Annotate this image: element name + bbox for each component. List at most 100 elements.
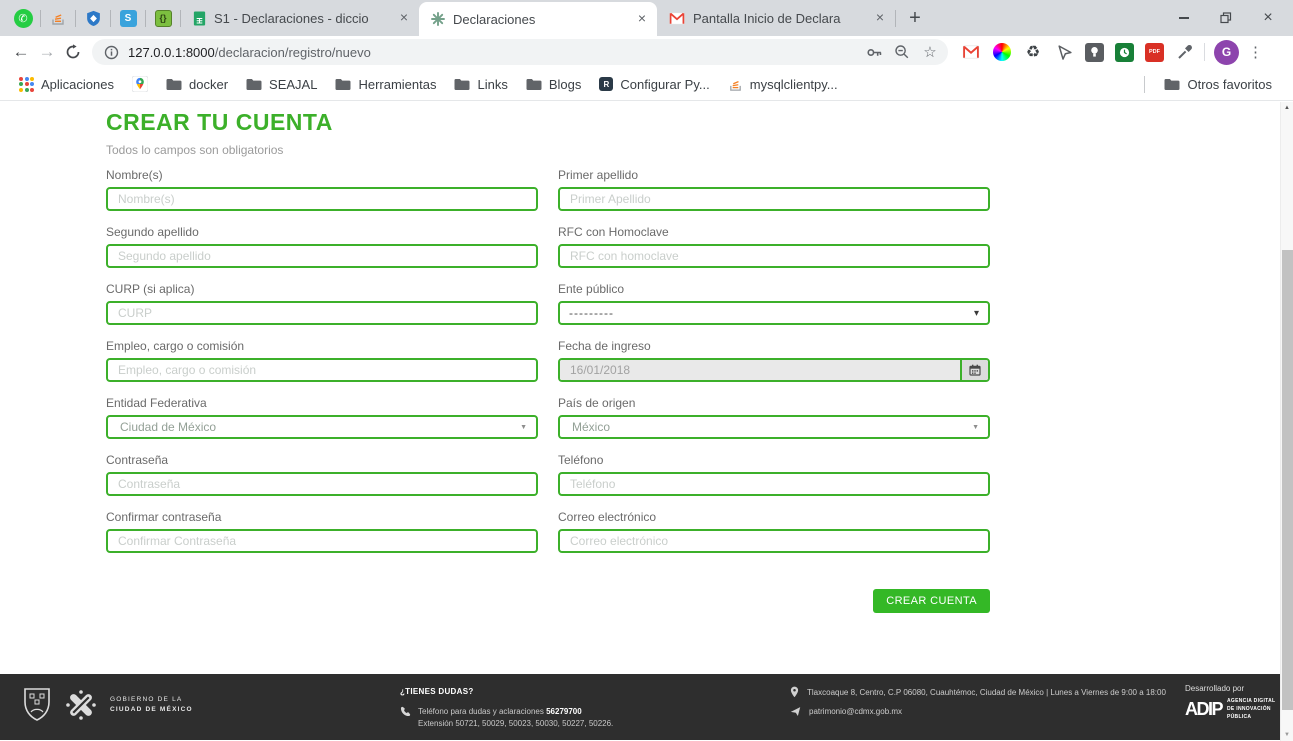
bookmark-aplicaciones[interactable]: Aplicaciones [10,77,123,92]
empleo-input[interactable] [106,358,538,382]
page-scrollbar[interactable]: ▲ ▼ [1280,102,1293,741]
scrollbar-thumb[interactable] [1282,250,1293,710]
calendar-button[interactable] [960,360,988,380]
browser-toolbar: ← → 127.0.0.1:8000/declaracion/registro/… [0,36,1293,68]
recycle-extension-icon[interactable]: ♻ [1023,42,1043,62]
close-window-button[interactable]: × [1261,11,1275,25]
bookmark-label: Aplicaciones [41,77,114,92]
pais-de-origen-select[interactable]: México ▼ [558,415,990,439]
tab-pantalla-inicio[interactable]: Pantalla Inicio de Declara × [657,0,895,36]
registration-form: Nombre(s) Primer apellido Segundo apelli… [106,168,990,553]
zoom-button[interactable] [888,44,916,60]
apps-grid-icon [19,77,34,92]
field-label-pais: País de origen [558,396,990,410]
bookmark-configurar-py[interactable]: R Configurar Py... [590,77,718,92]
segundo-apellido-input[interactable] [106,244,538,268]
info-icon[interactable] [104,45,119,60]
new-tab-button[interactable]: + [900,3,930,33]
cursor-extension-icon[interactable] [1054,42,1074,62]
gmail-extension-icon[interactable] [961,42,981,62]
profile-avatar[interactable]: G [1214,40,1239,65]
tab-title: Declaraciones [453,12,629,27]
selected-value: --------- [569,306,974,320]
gmail-icon [669,12,685,25]
password-key-button[interactable] [860,44,888,61]
bookmark-maps[interactable] [123,76,157,92]
email-text: patrimonio@cdmx.gob.mx [809,707,902,716]
gobierno-cdmx-label: GOBIERNO DE LA CIUDAD DE MÉXICO [110,695,193,716]
clock-extension-icon[interactable] [1115,43,1134,62]
reload-button[interactable] [60,39,86,65]
key-icon [866,44,883,61]
s-app-icon: S [120,10,137,27]
tab-title: S1 - Declaraciones - diccio [214,11,391,26]
browser-menu-icon[interactable]: ⋮ [1248,43,1263,61]
adip-logo: ADIP [1185,699,1222,720]
bookmarks-bar: Aplicaciones docker [0,68,1293,101]
tab-declaraciones-active[interactable]: Declaraciones × [419,2,657,36]
bookmark-star-icon[interactable]: ☆ [916,43,944,61]
brackets-icon: {} [155,10,172,27]
folder-icon [526,78,542,91]
pdf-extension-icon[interactable]: PDF [1145,43,1164,62]
back-button[interactable]: ← [8,39,34,65]
field-label-correo: Correo electrónico [558,510,990,524]
escudo-cdmx-icon [22,687,52,723]
field-label-rfc: RFC con Homoclave [558,225,990,239]
nombre-input[interactable] [106,187,538,211]
bookmark-label: mysqlclientpy... [750,77,838,92]
bookmark-label: docker [189,77,228,92]
telefono-input[interactable] [558,472,990,496]
lightbulb-extension-icon[interactable] [1085,43,1104,62]
correo-input[interactable] [558,529,990,553]
bookmark-otros-favoritos[interactable]: Otros favoritos [1155,77,1281,92]
folder-icon [454,78,470,91]
url-text: 127.0.0.1:8000/declaracion/registro/nuev… [128,45,371,60]
contrasena-input[interactable] [106,472,538,496]
rfc-input[interactable] [558,244,990,268]
close-icon[interactable]: × [871,9,889,27]
bookmark-folder-blogs[interactable]: Blogs [517,77,591,92]
tab-strip: ✆ S {} [0,0,1293,36]
field-label-telefono: Teléfono [558,453,990,467]
bookmark-folder-herramientas[interactable]: Herramientas [326,77,445,92]
minimize-button[interactable] [1177,11,1191,25]
page-footer: GOBIERNO DE LA CIUDAD DE MÉXICO ¿TIENES … [0,674,1293,740]
crear-cuenta-button[interactable]: CREAR CUENTA [873,589,990,613]
pinned-tab-stackoverflow[interactable] [41,0,75,36]
bookmark-folder-docker[interactable]: docker [157,77,237,92]
whatsapp-icon: ✆ [14,9,33,28]
browser-window: ✆ S {} [0,0,1293,741]
address-bar[interactable]: 127.0.0.1:8000/declaracion/registro/nuev… [92,39,948,65]
confirmar-contrasena-input[interactable] [106,529,538,553]
stackoverflow-icon [728,77,743,92]
entidad-federativa-select[interactable]: Ciudad de México ▼ [106,415,538,439]
tab-s1-declaraciones[interactable]: S1 - Declaraciones - diccio × [181,0,419,36]
colorwheel-extension-icon[interactable] [992,42,1012,62]
pinned-tab-whatsapp[interactable]: ✆ [6,0,40,36]
ente-publico-select[interactable]: --------- ▾ [558,301,990,325]
page-subtitle: Todos lo campos son obligatorios [106,143,1293,157]
curp-input[interactable] [106,301,538,325]
close-icon[interactable]: × [633,10,651,28]
forward-button[interactable]: → [34,39,60,65]
close-icon[interactable]: × [395,9,413,27]
folder-icon [246,78,262,91]
reload-icon [65,44,81,60]
scroll-up-icon[interactable]: ▲ [1281,105,1293,111]
field-label-primer-apellido: Primer apellido [558,168,990,182]
chevron-down-icon: ▼ [520,424,527,431]
pinned-tab-brackets-app[interactable]: {} [146,0,180,36]
pinned-tab-shield-app[interactable] [76,0,110,36]
bookmark-folder-links[interactable]: Links [445,77,516,92]
eyedropper-extension-icon[interactable] [1175,42,1195,62]
restore-icon [1220,12,1232,24]
bookmark-mysqlclient[interactable]: mysqlclientpy... [719,77,847,92]
pinned-tab-s-app[interactable]: S [111,0,145,36]
primer-apellido-input[interactable] [558,187,990,211]
restore-button[interactable] [1219,11,1233,25]
fecha-ingreso-input[interactable]: 16/01/2018 [560,360,960,380]
extension-line: Extensión 50721, 50029, 50023, 50030, 50… [418,718,613,730]
bookmark-folder-seajal[interactable]: SEAJAL [237,77,326,92]
scroll-down-icon[interactable]: ▼ [1281,732,1293,738]
